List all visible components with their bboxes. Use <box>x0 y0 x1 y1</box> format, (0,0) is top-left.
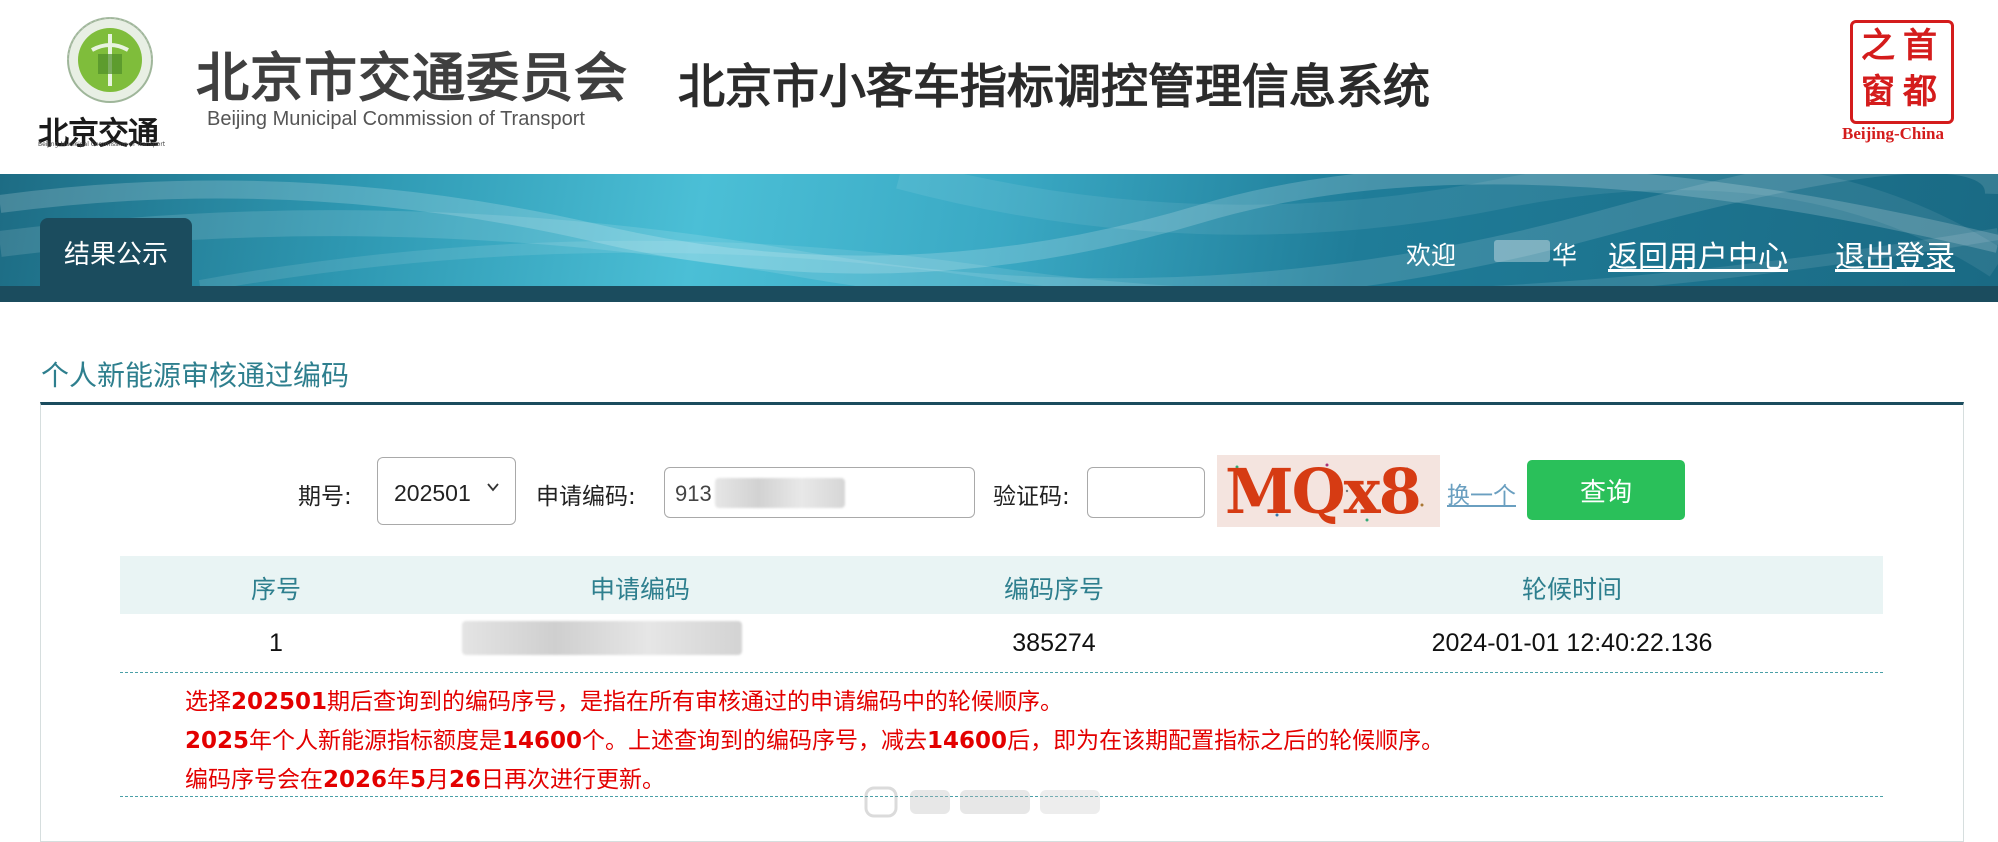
watermark-icon <box>864 786 1100 818</box>
captcha-image[interactable]: MQx8 <box>1217 455 1440 527</box>
user-name: 华 <box>1552 241 1578 270</box>
application-code-input[interactable]: 913 <box>664 467 975 518</box>
query-button[interactable]: 查询 <box>1527 460 1685 520</box>
nav-bar <box>0 286 1998 302</box>
notice-line-1: 选择202501期后查询到的编码序号，是指在所有审核通过的申请编码中的轮候顺序。 <box>185 689 1064 715</box>
tab-result-publication[interactable]: 结果公示 <box>40 218 192 286</box>
period-select-value: 202501 <box>394 480 471 506</box>
commission-name-cn: 北京市交通委员会 <box>196 48 628 109</box>
column-header-queue-time: 轮候时间 <box>1521 575 1623 604</box>
cell-index: 1 <box>269 629 283 657</box>
logo-subtext: Beijing Municipal Commission of Transpor… <box>38 141 166 148</box>
seal-char: 之 <box>1861 26 1895 66</box>
period-select[interactable]: 202501 <box>377 457 516 525</box>
captcha-label: 验证码: <box>993 484 1070 510</box>
refresh-captcha-link[interactable]: 换一个 <box>1447 476 1516 510</box>
captcha-text: MQx8 <box>1225 455 1422 527</box>
column-header-queue-number: 编码序号 <box>1003 575 1105 604</box>
cell-queue-time: 2024-01-01 12:40:22.136 <box>1431 629 1713 657</box>
application-code-redaction <box>715 478 845 508</box>
notice-line-2: 2025年个人新能源指标额度是14600个。上述查询到的编码序号，减去14600… <box>185 728 1445 754</box>
application-code-cell-redaction <box>462 621 742 655</box>
cell-queue-number: 385274 <box>1012 629 1096 657</box>
table-row: 1 913 385274 2024-01-01 12:40:22.136 <box>120 614 1883 672</box>
period-label: 期号: <box>298 484 352 510</box>
chevron-down-icon <box>487 483 499 492</box>
section-title: 个人新能源审核通过编码 <box>41 359 350 392</box>
commission-name-en: Beijing Municipal Commission of Transpor… <box>207 108 585 130</box>
system-title: 北京市小客车指标调控管理信息系统 <box>678 60 1430 115</box>
seal-char: 都 <box>1903 72 1937 112</box>
captcha-input[interactable] <box>1087 467 1205 518</box>
welcome-label: 欢迎 <box>1406 241 1457 270</box>
seal-caption: Beijing-China <box>1842 124 1945 143</box>
seal-char: 窗 <box>1861 72 1895 112</box>
table-header: 序号 申请编码 编码序号 轮候时间 <box>120 556 1883 614</box>
column-header-application-code: 申请编码 <box>589 575 691 604</box>
return-user-center-link[interactable]: 返回用户中心 <box>1608 232 1788 276</box>
user-name-redacted <box>1494 240 1550 262</box>
application-code-label: 申请编码: <box>536 484 636 510</box>
seal-char: 首 <box>1903 26 1937 66</box>
application-code-value: 913 <box>675 481 712 506</box>
logout-link[interactable]: 退出登录 <box>1835 232 1955 276</box>
capital-window-seal-icon[interactable]: 首 都 之 窗 <box>1850 20 1954 124</box>
column-header-index: 序号 <box>250 575 302 604</box>
site-header: 北京交通 Beijing Municipal Commission of Tra… <box>0 0 1998 174</box>
bjjt-emblem-icon <box>67 17 153 103</box>
notice-line-3: 编码序号会在2026年5月26日再次进行更新。 <box>185 767 666 793</box>
divider-top <box>120 672 1883 673</box>
